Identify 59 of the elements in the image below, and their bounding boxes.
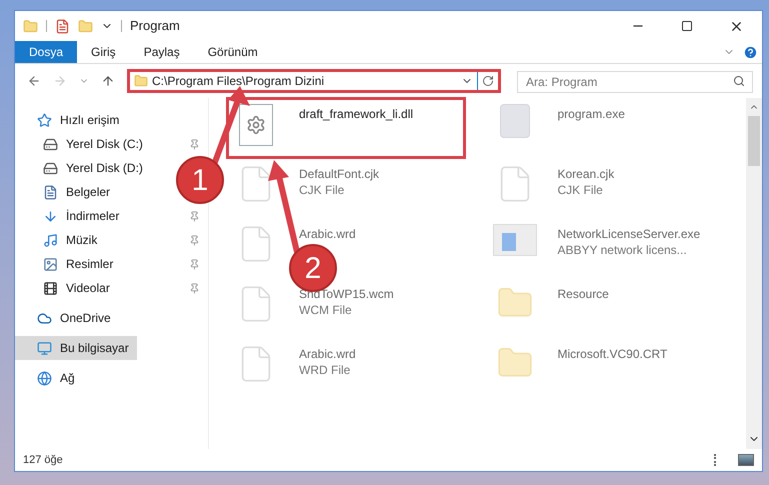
scroll-thumb[interactable]: [748, 116, 760, 166]
document-icon: [43, 184, 58, 200]
nav-item[interactable]: Yerel Disk (C:): [15, 132, 151, 156]
search-field[interactable]: Ara: Program: [517, 71, 753, 93]
file-name[interactable]: draft_framework_li.dll: [299, 106, 414, 122]
file-name[interactable]: Arabic.wrd: [299, 226, 356, 242]
file-name[interactable]: Korean.cjk: [558, 166, 614, 182]
scrollbar[interactable]: [746, 98, 762, 449]
drive-icon: [43, 136, 58, 152]
program-icon: [500, 104, 530, 138]
picture-icon: [43, 256, 58, 272]
cloud-icon: [37, 310, 52, 326]
nav-item[interactable]: OneDrive: [15, 306, 119, 330]
file-type: WRD File: [299, 362, 352, 378]
folder-icon: [134, 74, 148, 88]
nav-item[interactable]: Bu bilgisayar: [15, 336, 137, 360]
monitor-icon: [37, 340, 52, 356]
file-name[interactable]: Microsoft.VC90.CRT: [558, 346, 668, 362]
gear-file-icon: [239, 104, 273, 146]
ribbon-tab[interactable]: Giriş: [77, 41, 130, 63]
nav-item[interactable]: İndirmeler: [15, 204, 128, 228]
help-icon[interactable]: [743, 44, 758, 60]
address-field[interactable]: C:\Program Files\Program Dizini: [127, 69, 501, 93]
music-note-icon: [43, 232, 58, 248]
file-name[interactable]: Arabic.wrd: [299, 346, 356, 362]
back-icon[interactable]: [27, 74, 41, 88]
refresh-icon[interactable]: [482, 75, 494, 87]
ribbon-tab[interactable]: Paylaş: [130, 41, 194, 63]
file-type: CJK File: [299, 182, 346, 198]
file-type: CJK File: [558, 182, 604, 198]
file-type: WCM File: [299, 302, 353, 318]
window-title: Program: [130, 17, 180, 36]
nav-item[interactable]: Yerel Disk (D:): [15, 156, 151, 180]
film-icon: [43, 280, 58, 296]
large-icons-view-icon[interactable]: [738, 454, 754, 466]
nav-item[interactable]: Belgeler: [15, 180, 118, 204]
ribbon-tab[interactable]: Dosya: [15, 41, 78, 63]
nav-item[interactable]: Resimler: [15, 252, 122, 276]
nav-item[interactable]: Hızlı erişim: [15, 108, 128, 132]
properties-icon[interactable]: [55, 18, 70, 34]
file-name[interactable]: DefaultFont.cjk: [299, 166, 380, 182]
search-icon: [733, 75, 745, 87]
nav-item[interactable]: Ağ: [15, 366, 83, 390]
ribbon-tab[interactable]: Görünüm: [194, 41, 272, 63]
download-icon: [43, 208, 58, 224]
item-count: 127 öğe: [23, 452, 63, 468]
drive-icon: [43, 160, 58, 176]
window-icon: [492, 224, 536, 256]
maximize-icon[interactable]: [681, 20, 693, 32]
file-name[interactable]: Resource: [558, 286, 609, 302]
address-path: C:\Program Files\Program Dizini: [152, 73, 326, 90]
nav-item[interactable]: Müzik: [15, 228, 106, 252]
nav-item[interactable]: Videolar: [15, 276, 118, 300]
up-icon[interactable]: [101, 74, 115, 88]
file-type: ABBYY network licens...: [558, 242, 688, 258]
file-name[interactable]: program.exe: [558, 106, 625, 122]
file-name[interactable]: NetworkLicenseServer.exe: [558, 226, 700, 242]
star-icon: [37, 112, 52, 128]
globe-icon: [37, 370, 52, 386]
